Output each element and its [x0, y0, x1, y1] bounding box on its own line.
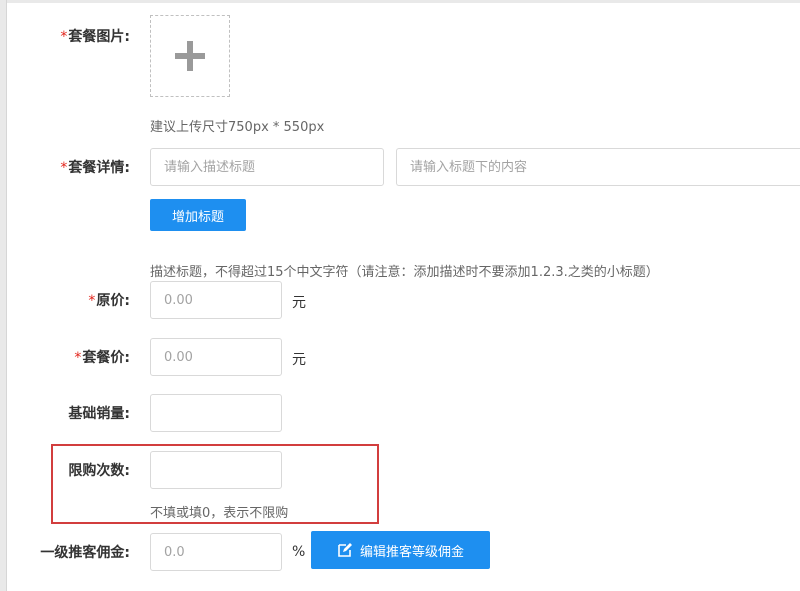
image-size-hint: 建议上传尺寸750px * 550px [150, 120, 325, 135]
image-label: *套餐图片: [60, 26, 130, 46]
base-sales-input[interactable] [150, 394, 282, 432]
detail-title-input[interactable] [150, 148, 384, 186]
purchase-limit-input[interactable] [150, 451, 282, 489]
commission-label: 一级推客佣金: [40, 545, 130, 561]
add-title-button[interactable]: 增加标题 [150, 199, 246, 231]
window-top-edge [0, 0, 800, 3]
required-mark: * [88, 293, 96, 309]
commission-input[interactable] [150, 533, 282, 571]
details-label-text: 套餐详情: [68, 160, 130, 176]
purchase-limit-label: 限购次数: [68, 463, 130, 479]
image-label-text: 套餐图片: [68, 29, 130, 45]
package-price-label: *套餐价: [74, 347, 130, 367]
plus-icon [175, 41, 205, 71]
edit-icon [338, 543, 352, 557]
edit-commission-button-label: 编辑推客等级佣金 [359, 544, 464, 560]
package-price-unit: 元 [292, 352, 306, 368]
details-hint: 描述标题，不得超过15个中文字符（请注意：添加描述时不要添加1.2.3.之类的小… [150, 265, 659, 280]
edit-commission-button[interactable]: 编辑推客等级佣金 [311, 531, 490, 569]
original-price-label: *原价: [88, 290, 130, 310]
base-sales-label: 基础销量: [68, 406, 130, 422]
required-mark: * [60, 160, 68, 176]
original-price-unit: 元 [292, 295, 306, 311]
package-price-label-text: 套餐价: [82, 350, 130, 366]
required-mark: * [60, 29, 68, 45]
commission-unit: % [292, 544, 306, 560]
details-label: *套餐详情: [60, 157, 130, 177]
image-upload-button[interactable] [150, 15, 230, 97]
required-mark: * [74, 350, 82, 366]
window-left-edge [0, 0, 7, 591]
package-price-input[interactable] [150, 338, 282, 376]
original-price-input[interactable] [150, 281, 282, 319]
purchase-limit-hint: 不填或填0，表示不限购 [150, 506, 289, 521]
detail-content-input[interactable] [396, 148, 800, 186]
original-price-label-text: 原价: [96, 293, 130, 309]
